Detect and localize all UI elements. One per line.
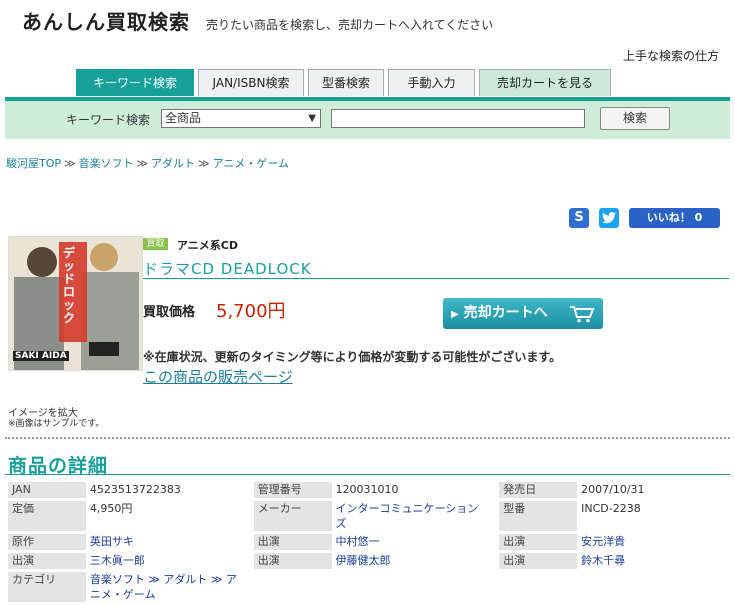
buy-badge: 買取 [143, 238, 168, 250]
detail-value-link[interactable]: 三木眞一郎 [86, 553, 244, 569]
section-divider [5, 437, 730, 439]
cover-title: デッドロック [63, 246, 76, 325]
detail-value-link[interactable]: 中村悠一 [332, 534, 490, 550]
breadcrumb-item-anime-game[interactable]: アニメ・ゲーム [213, 157, 289, 170]
category-select[interactable]: 全商品 ▼ [161, 109, 321, 128]
detail-key: 出演 [253, 534, 332, 550]
price-label: 買取価格 [143, 305, 196, 320]
breadcrumb-separator-icon: ≫ [64, 157, 76, 170]
detail-value-link[interactable]: 英田サキ [86, 534, 244, 550]
table-row: JAN 4523513722383 管理番号 120031010 発売日 200… [8, 482, 735, 498]
site-tagline: 売りたい商品を検索し、売却カートへ入れてください [206, 18, 494, 32]
breadcrumb-separator-icon: ≫ [198, 157, 210, 170]
play-arrow-icon: ▶ [451, 309, 459, 320]
shopping-cart-icon [570, 306, 595, 323]
detail-value: INCD-2238 [581, 502, 641, 515]
tab-jan-isbn-search[interactable]: JAN/ISBN検索 [198, 69, 304, 96]
detail-key: 原作 [8, 534, 86, 550]
search-input[interactable] [331, 109, 585, 128]
table-row: 原作 英田サキ 出演 中村悠一 出演 安元洋貴 [8, 534, 735, 550]
detail-key: JAN [8, 482, 86, 498]
product-category: アニメ系CD [177, 239, 238, 252]
search-tabs: キーワード検索 JAN/ISBN検索 型番検索 手動入力 売却カートを見る [76, 69, 611, 96]
table-row: 出演 三木眞一郎 出演 伊藤健太郎 出演 鈴木千尋 [8, 553, 735, 569]
facebook-like-button[interactable]: いいね！ 0 [629, 208, 720, 228]
price-notice: ※在庫状況、更新のタイミング等により価格が変動する可能性がございます。 [143, 350, 562, 364]
product-title: ドラマCD DEADLOCK [143, 260, 312, 278]
site-title: あんしん買取検索 [22, 10, 190, 34]
detail-value-link[interactable]: 鈴木千尋 [577, 553, 735, 569]
twitter-bird-icon [602, 212, 616, 224]
detail-value: 4523513722383 [89, 483, 181, 496]
cover-author: SAKI AIDA [13, 351, 69, 361]
breadcrumb: 駿河屋TOP ≫ 音楽ソフト ≫ アダルト ≫ アニメ・ゲーム [6, 155, 289, 171]
cart-button-label: 売却カートへ [463, 305, 548, 321]
title-divider [143, 278, 729, 279]
tab-keyword-search[interactable]: キーワード検索 [76, 69, 194, 96]
product-cover-image[interactable]: デッドロック SAKI AIDA [8, 236, 143, 371]
detail-key: メーカー [253, 501, 332, 531]
detail-key: 型番 [499, 501, 578, 531]
details-heading-underline [5, 474, 730, 475]
tab-view-sell-cart[interactable]: 売却カートを見る [479, 69, 611, 96]
detail-key: 管理番号 [253, 482, 332, 498]
tab-model-number-search[interactable]: 型番検索 [308, 69, 384, 96]
category-select-value: 全商品 [165, 111, 202, 125]
details-table: JAN 4523513722383 管理番号 120031010 発売日 200… [8, 479, 735, 605]
detail-key: カテゴリ [8, 572, 86, 602]
breadcrumb-item-adult[interactable]: アダルト [151, 157, 195, 170]
detail-key: 出演 [8, 553, 86, 569]
detail-key: 定価 [8, 501, 86, 531]
share-s-icon[interactable]: S [569, 208, 589, 228]
detail-value: 120031010 [335, 483, 399, 496]
breadcrumb-item-music[interactable]: 音楽ソフト [79, 157, 134, 170]
price-value: 5,700円 [216, 301, 286, 322]
detail-value-link[interactable]: インターコミュニケーションズ [332, 501, 490, 531]
chevron-down-icon: ▼ [308, 113, 316, 124]
search-button[interactable]: 検索 [600, 107, 670, 130]
twitter-icon[interactable] [599, 208, 619, 228]
detail-value-link[interactable]: 音楽ソフト ≫ アダルト ≫ アニメ・ゲーム [86, 572, 244, 602]
search-label: キーワード検索 [66, 113, 151, 127]
sample-image-note: ※画像はサンプルです。 [8, 419, 105, 429]
detail-key: 出演 [253, 553, 332, 569]
breadcrumb-item-top[interactable]: 駿河屋TOP [6, 157, 61, 170]
tab-manual-input[interactable]: 手動入力 [388, 69, 475, 96]
detail-value: 4,950円 [89, 502, 133, 515]
sales-page-link[interactable]: この商品の販売ページ [143, 366, 293, 387]
breadcrumb-separator-icon: ≫ [136, 157, 149, 170]
add-to-sell-cart-button[interactable]: ▶ 売却カートへ [443, 298, 603, 329]
detail-value-link[interactable]: 伊藤健太郎 [332, 553, 490, 569]
table-row: カテゴリ 音楽ソフト ≫ アダルト ≫ アニメ・ゲーム [8, 572, 735, 602]
search-help-link[interactable]: 上手な検索の仕方 [623, 47, 719, 64]
table-row: 定価 4,950円 メーカー インターコミュニケーションズ 型番 INCD-22… [8, 501, 735, 531]
detail-value: 2007/10/31 [581, 483, 645, 496]
detail-value-link[interactable]: 安元洋貴 [577, 534, 735, 550]
detail-key: 発売日 [499, 482, 578, 498]
detail-key: 出演 [499, 553, 578, 569]
detail-key: 出演 [499, 534, 578, 550]
